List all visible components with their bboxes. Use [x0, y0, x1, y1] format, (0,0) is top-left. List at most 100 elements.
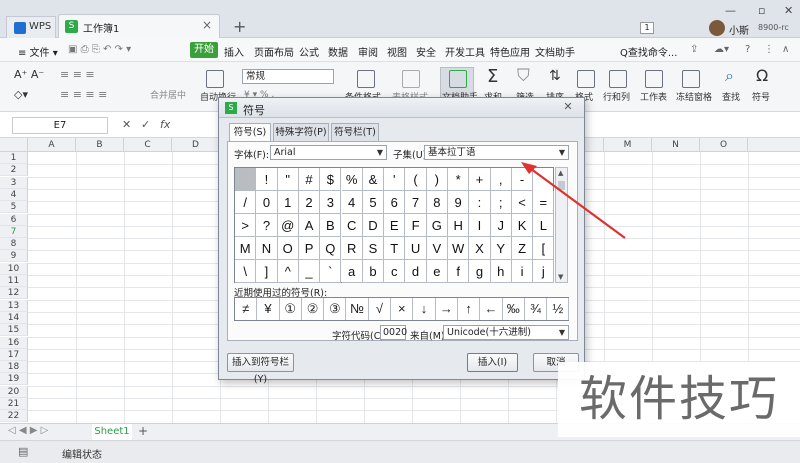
- tab-formula[interactable]: 公式: [299, 44, 319, 59]
- symbol-cell[interactable]: *: [448, 168, 470, 191]
- symbol-cell[interactable]: D: [362, 214, 385, 237]
- symbol-cell[interactable]: F: [405, 214, 427, 237]
- cancel-formula-icon[interactable]: ✕: [122, 118, 131, 131]
- font-select[interactable]: Arial ▼: [270, 145, 387, 160]
- symbol-cell[interactable]: G: [426, 214, 448, 237]
- insert-to-symbol-bar-button[interactable]: 插入到符号栏(Y): [227, 353, 294, 385]
- recent-symbol-cell[interactable]: ←: [480, 298, 503, 320]
- symbol-cell[interactable]: ?: [256, 214, 278, 237]
- avatar[interactable]: [709, 20, 725, 36]
- window-count-badge[interactable]: 1: [640, 22, 654, 34]
- recent-symbol-cell[interactable]: ②: [302, 298, 325, 320]
- symbol-cell[interactable]: 2: [298, 191, 321, 214]
- symbol-cell[interactable]: U: [405, 237, 427, 260]
- tab-special-chars[interactable]: 特殊字符(P): [273, 123, 329, 141]
- symbol-cell[interactable]: c: [384, 260, 406, 283]
- restore-button[interactable]: ▫: [758, 4, 765, 17]
- row-header[interactable]: 11: [0, 275, 28, 287]
- column-header[interactable]: N: [652, 138, 700, 152]
- recent-symbol-cell[interactable]: ×: [391, 298, 414, 320]
- symbol-cell[interactable]: ;: [490, 191, 512, 214]
- row-header[interactable]: 1: [0, 152, 28, 164]
- symbol-cell[interactable]: @: [277, 214, 299, 237]
- symbol-cell[interactable]: h: [490, 260, 512, 283]
- recent-symbol-cell[interactable]: ③: [324, 298, 347, 320]
- symbol-cell[interactable]: ": [277, 168, 299, 191]
- select-all-corner[interactable]: [0, 138, 28, 152]
- cloud-icon[interactable]: ☁▾: [714, 44, 729, 55]
- column-header[interactable]: D: [172, 138, 220, 152]
- symbol-cell[interactable]: ): [426, 168, 448, 191]
- add-sheet-button[interactable]: +: [138, 424, 148, 438]
- row-header[interactable]: 14: [0, 311, 28, 324]
- collapse-ribbon-icon[interactable]: ∧: [782, 44, 789, 55]
- row-header[interactable]: 2: [0, 164, 28, 177]
- from-select[interactable]: Unicode(十六进制) ▼: [443, 325, 569, 340]
- symbol-cell[interactable]: >: [235, 214, 257, 237]
- find-button[interactable]: 查找: [722, 90, 740, 103]
- tab-doc-helper[interactable]: 文档助手: [535, 44, 575, 59]
- symbol-cell[interactable]: 8: [426, 191, 448, 214]
- symbol-cell[interactable]: a: [341, 260, 363, 283]
- char-code-input[interactable]: 0020: [380, 325, 407, 340]
- symbol-cell[interactable]: R: [341, 237, 363, 260]
- symbol-cell[interactable]: X: [469, 237, 491, 260]
- recent-symbol-cell[interactable]: ↓: [413, 298, 436, 320]
- row-header[interactable]: 22: [0, 410, 28, 423]
- symbol-cell[interactable]: O: [277, 237, 299, 260]
- insert-function-button[interactable]: fx: [160, 118, 170, 131]
- symbol-cell[interactable]: C: [341, 214, 363, 237]
- recent-symbol-cell[interactable]: ≠: [235, 298, 258, 320]
- dialog-title-bar[interactable]: S 符号 ✕: [219, 98, 584, 118]
- symbol-cell[interactable]: B: [320, 214, 342, 237]
- status-doc-icon[interactable]: ▤: [18, 445, 28, 458]
- column-header[interactable]: A: [28, 138, 76, 152]
- symbol-cell[interactable]: $: [320, 168, 342, 191]
- symbol-cell[interactable]: e: [426, 260, 448, 283]
- symbol-cell[interactable]: ': [384, 168, 406, 191]
- font-grow-icon[interactable]: A⁺ A⁻: [14, 68, 44, 81]
- tab-symbols[interactable]: 符号(S): [229, 123, 271, 142]
- symbol-cell[interactable]: E: [384, 214, 406, 237]
- document-tab[interactable]: S 工作簿1 ×: [58, 14, 220, 38]
- tab-insert[interactable]: 插入: [224, 44, 244, 59]
- recent-symbol-cell[interactable]: ‰: [503, 298, 525, 320]
- tab-review[interactable]: 审阅: [358, 44, 378, 59]
- symbol-cell[interactable]: Q: [320, 237, 342, 260]
- align-left-icons[interactable]: ≡ ≡ ≡ ≡: [60, 88, 107, 101]
- tab-developer[interactable]: 开发工具: [445, 44, 485, 59]
- row-header[interactable]: 3: [0, 176, 28, 189]
- symbol-cell[interactable]: S: [362, 237, 385, 260]
- symbol-cell[interactable]: _: [298, 260, 321, 283]
- row-header[interactable]: 17: [0, 348, 28, 361]
- recent-symbol-cell[interactable]: √: [369, 298, 392, 320]
- row-header[interactable]: 15: [0, 324, 28, 337]
- sheet-nav-icons[interactable]: ◁ ◀ ▶ ▷: [8, 425, 48, 436]
- symbol-cell[interactable]: !: [256, 168, 278, 191]
- symbol-cell[interactable]: A: [298, 214, 321, 237]
- symbol-cell[interactable]: W: [448, 237, 470, 260]
- scroll-down-icon[interactable]: ▼: [558, 273, 563, 281]
- more-icon[interactable]: ⋮: [764, 44, 774, 55]
- row-header[interactable]: 20: [0, 385, 28, 398]
- symbol-cell[interactable]: g: [469, 260, 491, 283]
- symbol-cell[interactable]: #: [298, 168, 321, 191]
- row-header[interactable]: 16: [0, 336, 28, 349]
- close-window-button[interactable]: ✕: [784, 4, 793, 17]
- symbol-cell[interactable]: &: [362, 168, 385, 191]
- symbol-cell[interactable]: 6: [384, 191, 406, 214]
- symbol-button[interactable]: 符号: [752, 90, 770, 103]
- row-header[interactable]: 21: [0, 398, 28, 410]
- symbol-cell[interactable]: j: [533, 260, 555, 283]
- align-top-icons[interactable]: ≡ ≡ ≡: [60, 68, 95, 81]
- new-tab-button[interactable]: +: [233, 17, 246, 36]
- symbol-grid[interactable]: ! " # $% & '() * +, -/0 1 2 3 4 5 6 7 8 9:; < = >? @ A B C D E F G H I…: [234, 167, 555, 283]
- row-header[interactable]: 13: [0, 299, 28, 312]
- username[interactable]: 小斯: [729, 22, 749, 37]
- symbol-cell[interactable]: M: [235, 237, 257, 260]
- row-col-button[interactable]: 行和列: [603, 90, 630, 103]
- column-header[interactable]: M: [604, 138, 652, 152]
- tab-start[interactable]: 开始: [190, 42, 218, 58]
- row-header[interactable]: 8: [0, 238, 28, 251]
- symbol-cell[interactable]: T: [384, 237, 406, 260]
